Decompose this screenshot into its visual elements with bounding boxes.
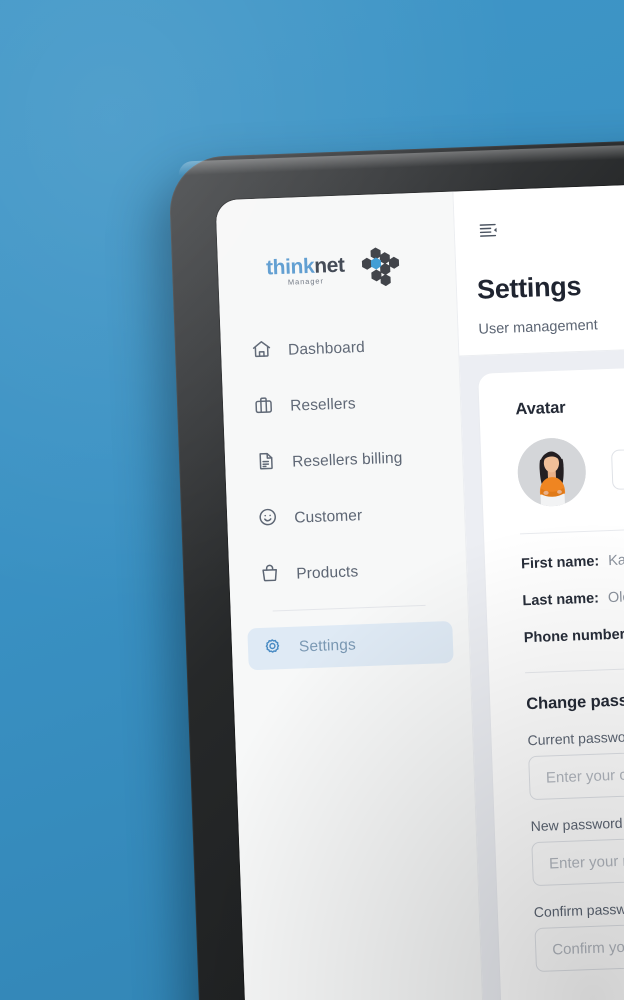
field-label: Phone number: (523, 626, 624, 647)
sidebar-item-label: Resellers billing (291, 449, 403, 471)
settings-card: Avatar First name: Kate Last name: Olov … (478, 357, 624, 1000)
current-password-group: Current password (527, 719, 624, 801)
current-password-input[interactable] (528, 742, 624, 801)
brand-think-text: think (265, 254, 315, 280)
confirm-password-group: Confirm password (533, 891, 624, 973)
sidebar-item-label: Resellers (289, 395, 356, 415)
field-last-name: Last name: Olov (522, 580, 624, 609)
home-icon (251, 338, 273, 365)
gear-icon (262, 635, 284, 662)
scene-backdrop: thinknet Manager Dashboard Resellers Res… (0, 0, 624, 1000)
sidebar-item-dashboard[interactable]: Dashboard (236, 324, 442, 373)
sidebar-item-label: Products (296, 563, 359, 583)
change-password-title: Change password (525, 690, 624, 714)
field-phone-number: Phone number: +49 176 3 (524, 617, 624, 646)
brand-logo[interactable]: thinknet Manager (217, 232, 456, 303)
field-first-name: First name: Kate (521, 543, 624, 572)
current-password-label: Current password (527, 728, 624, 749)
main-content: Settings User management Permissions Ava… (453, 175, 624, 1000)
confirm-password-label: Confirm password (533, 899, 624, 921)
sidebar-item-label: Dashboard (287, 338, 366, 359)
tablet-screen: thinknet Manager Dashboard Resellers Res… (215, 175, 624, 1000)
hexagon-cluster-icon (351, 245, 405, 292)
field-label: First name: (520, 553, 600, 573)
briefcase-icon (253, 394, 275, 421)
avatar[interactable] (516, 436, 587, 508)
confirm-password-input[interactable] (534, 914, 624, 973)
sidebar: thinknet Manager Dashboard Resellers Res… (215, 191, 489, 1000)
reload-photo-button[interactable]: Reload photo (610, 444, 624, 490)
sidebar-item-customer[interactable]: Customer (243, 492, 449, 541)
field-value: Kate (607, 552, 624, 570)
avatar-row: Reload photo (516, 426, 624, 508)
tab-user-management[interactable]: User management (478, 317, 598, 354)
sidebar-item-resellers-billing[interactable]: Resellers billing (241, 436, 447, 485)
new-password-label: New password (530, 814, 623, 835)
document-icon (255, 450, 277, 477)
collapse-sidebar-icon[interactable] (474, 217, 501, 244)
sidebar-nav: Dashboard Resellers Resellers billing Cu… (220, 324, 470, 685)
sidebar-item-products[interactable]: Products (245, 548, 451, 597)
sidebar-divider (272, 604, 426, 612)
divider (525, 658, 624, 674)
new-password-input[interactable] (531, 828, 624, 887)
user-photo (516, 436, 587, 508)
new-password-group: New password (530, 805, 624, 887)
content-area: Avatar First name: Kate Last name: Olov … (459, 339, 624, 1000)
sidebar-item-label: Customer (293, 507, 363, 527)
sidebar-item-settings[interactable]: Settings (247, 620, 454, 671)
brand-net-text: net (313, 253, 345, 278)
brand-wordmark: thinknet Manager (265, 253, 346, 287)
field-value: Olov (607, 589, 624, 607)
bag-icon (259, 562, 281, 589)
tablet-device: thinknet Manager Dashboard Resellers Res… (168, 130, 624, 1000)
avatar-section-title: Avatar (515, 398, 566, 419)
smiley-icon (257, 506, 279, 533)
sidebar-item-label: Settings (298, 636, 357, 656)
sidebar-item-resellers[interactable]: Resellers (238, 380, 444, 429)
divider (519, 519, 624, 535)
field-label: Last name: (522, 590, 600, 610)
topbar (453, 175, 624, 254)
